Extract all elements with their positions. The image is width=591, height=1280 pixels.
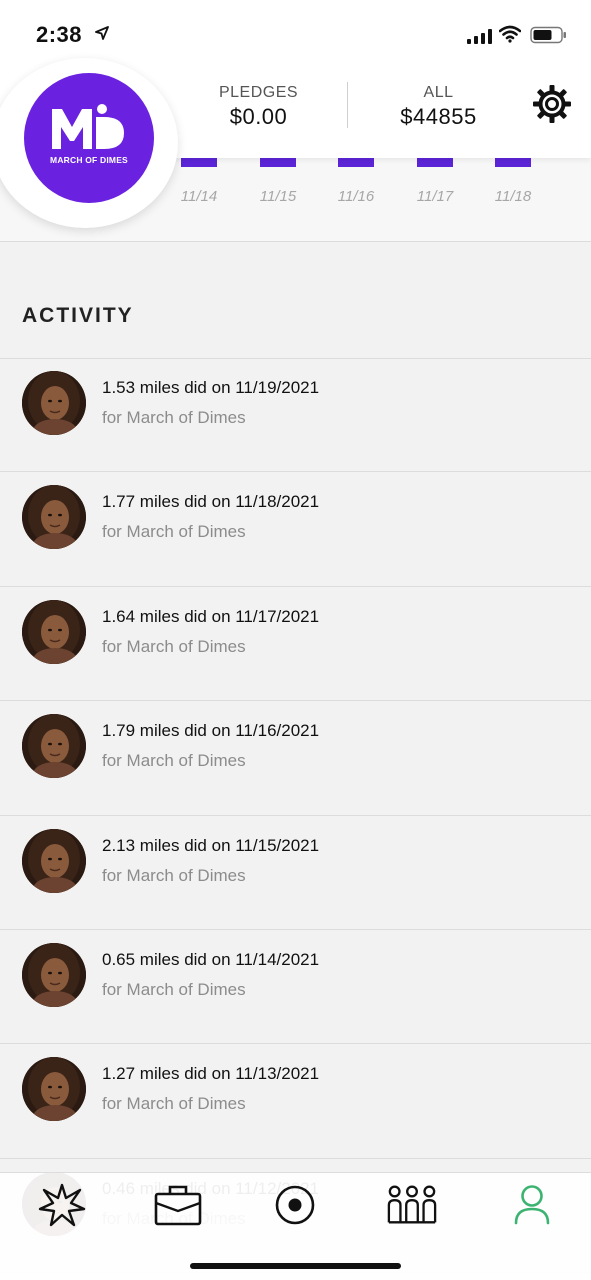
logo-text: MARCH OF DIMES: [50, 155, 128, 165]
activity-description: 2.13 miles did on 11/15/2021: [102, 835, 320, 855]
activity-section-title: ACTIVITY: [22, 304, 134, 327]
activity-organization: for March of Dimes: [102, 979, 246, 999]
activity-organization: for March of Dimes: [102, 865, 246, 885]
pledges-stat[interactable]: PLEDGES $0.00: [190, 84, 327, 130]
team-icon: [387, 1185, 437, 1224]
chart-bar: [417, 158, 453, 167]
profile-icon: [514, 1185, 550, 1225]
activity-organization: for March of Dimes: [102, 751, 246, 771]
activity-list: 1.53 miles did on 11/19/2021 for March of…: [0, 358, 591, 1274]
tab-teams[interactable]: [386, 1183, 438, 1227]
user-avatar: [22, 485, 86, 550]
gear-icon[interactable]: [532, 84, 572, 124]
activity-row[interactable]: 1.64 miles did on 11/17/2021 for March of…: [0, 587, 591, 702]
avatar-photo-icon: [22, 714, 86, 779]
user-avatar: [22, 714, 86, 779]
chart-date-label: 11/18: [494, 188, 532, 205]
activity-row[interactable]: 1.53 miles did on 11/19/2021 for March of…: [0, 358, 591, 473]
avatar-photo-icon: [22, 1057, 86, 1122]
avatar-photo-icon: [22, 599, 86, 664]
chart-date-label: 11/17: [416, 188, 454, 205]
user-avatar: [22, 828, 86, 893]
activity-organization: for March of Dimes: [102, 522, 246, 542]
activity-description: 1.79 miles did on 11/16/2021: [102, 721, 320, 741]
wifi-icon: [499, 25, 521, 43]
chart-date-label: 11/15: [259, 188, 297, 205]
logo-mark-icon: [52, 104, 124, 149]
impact-burst-icon: [38, 1183, 86, 1227]
activity-organization: for March of Dimes: [102, 1094, 246, 1114]
all-stat[interactable]: ALL $44855: [370, 84, 507, 130]
avatar-photo-icon: [22, 828, 86, 893]
activity-row[interactable]: 1.79 miles did on 11/16/2021 for March of…: [0, 701, 591, 816]
activity-row[interactable]: 0.65 miles did on 11/14/2021 for March of…: [0, 930, 591, 1045]
location-arrow-icon: [95, 26, 109, 40]
record-icon: [275, 1185, 315, 1225]
user-avatar: [22, 599, 86, 664]
activity-description: 0.65 miles did on 11/14/2021: [102, 949, 320, 969]
chart-bar: [260, 158, 296, 167]
chart-date-label: 11/16: [337, 188, 375, 205]
activity-row[interactable]: 1.77 miles did on 11/18/2021 for March of…: [0, 472, 591, 587]
activity-description: 1.27 miles did on 11/13/2021: [102, 1064, 320, 1084]
activity-row[interactable]: 2.13 miles did on 11/15/2021 for March of…: [0, 816, 591, 930]
briefcase-icon: [154, 1185, 202, 1226]
chart-date-label: 11/14: [180, 188, 218, 205]
activity-description: 1.53 miles did on 11/19/2021: [102, 378, 320, 397]
avatar-photo-icon: [22, 942, 86, 1007]
battery-icon: [530, 26, 566, 44]
status-time: 2:38: [36, 22, 83, 47]
avatar-photo-icon: [22, 485, 86, 550]
activity-organization: for March of Dimes: [102, 636, 246, 656]
chart-bar: [181, 158, 217, 167]
chart-bar: [338, 158, 374, 167]
tab-impact[interactable]: [36, 1183, 88, 1227]
chart-bar: [495, 158, 531, 167]
user-avatar: [22, 371, 86, 435]
home-indicator[interactable]: [190, 1263, 401, 1269]
activity-description: 1.77 miles did on 11/18/2021: [102, 492, 320, 512]
pledges-label: PLEDGES: [218, 84, 299, 101]
all-value: $44855: [400, 104, 477, 129]
stat-divider: [347, 82, 348, 128]
avatar-photo-icon: [22, 371, 86, 435]
tab-briefcase[interactable]: [152, 1183, 204, 1227]
bottom-tab-bar: [0, 1172, 591, 1280]
activity-description: 1.64 miles did on 11/17/2021: [102, 606, 320, 626]
tab-record[interactable]: [269, 1183, 321, 1227]
activity-row[interactable]: 1.27 miles did on 11/13/2021 for March of…: [0, 1044, 591, 1159]
user-avatar: [22, 942, 86, 1007]
cellular-signal-icon: [467, 28, 492, 44]
organization-logo-badge[interactable]: MARCH OF DIMES: [0, 58, 178, 228]
activity-organization: for March of Dimes: [102, 408, 246, 427]
march-of-dimes-logo: MARCH OF DIMES: [24, 73, 154, 203]
pledges-value: $0.00: [229, 104, 288, 129]
user-avatar: [22, 1057, 86, 1122]
all-label: ALL: [423, 84, 454, 101]
tab-profile[interactable]: [506, 1183, 558, 1227]
